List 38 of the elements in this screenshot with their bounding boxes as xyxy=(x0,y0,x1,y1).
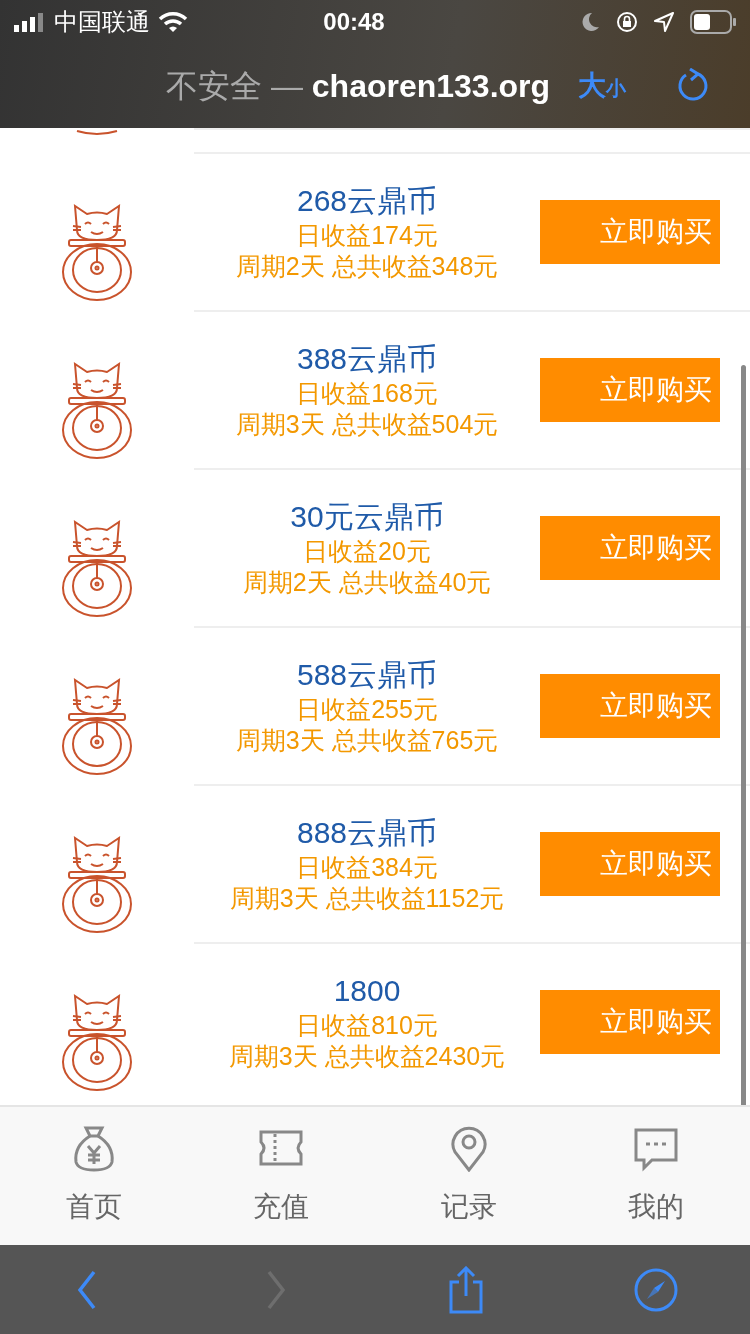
clock-time: 00:48 xyxy=(323,7,385,37)
product-name: 388云鼎币 xyxy=(295,341,439,377)
daily-income: 日收益384元 xyxy=(295,851,439,883)
buy-button[interactable]: 立即购买 xyxy=(540,516,720,580)
wifi-icon xyxy=(158,11,188,33)
product-name: 30元云鼎币 xyxy=(289,499,445,535)
daily-income: 日收益174元 xyxy=(295,219,439,251)
tab-bar-item[interactable]: 记录 xyxy=(375,1107,563,1245)
income-period: 周期3天 总共收益2430元 xyxy=(227,1040,507,1072)
location-icon xyxy=(654,12,674,32)
income-period: 周期3天 总共收益765元 xyxy=(234,724,500,756)
signal-icon xyxy=(14,12,46,32)
income-period: 周期3天 总共收益1152元 xyxy=(228,882,506,914)
carrier-name: 中国联通 xyxy=(54,7,150,37)
buy-button[interactable]: 立即购买 xyxy=(540,674,720,738)
daily-income: 日收益810元 xyxy=(295,1009,439,1041)
buy-button[interactable]: 立即购买 xyxy=(540,200,720,264)
tab-bar-item[interactable]: 我的 xyxy=(562,1107,750,1245)
product-name: 268云鼎币 xyxy=(295,183,439,219)
income-period: 周期3天 总共收益504元 xyxy=(234,408,500,440)
buy-button[interactable]: 立即购买 xyxy=(540,990,720,1054)
buy-button[interactable]: 立即购买 xyxy=(540,832,720,896)
product-name: 888云鼎币 xyxy=(295,815,439,851)
text-size-button[interactable]: 大小 xyxy=(578,65,627,107)
daily-income: 日收益20元 xyxy=(302,535,432,567)
product-name: 1800 xyxy=(332,973,402,1009)
rotation-lock-icon xyxy=(616,11,638,33)
daily-income: 日收益255元 xyxy=(295,693,439,725)
buy-button[interactable]: 立即购买 xyxy=(540,358,720,422)
product-name: 588云鼎币 xyxy=(295,657,439,693)
url-text: 不安全 — chaoren133.org xyxy=(166,67,551,106)
tab-bar-item[interactable]: 充值 xyxy=(187,1107,375,1245)
income-period: 周期2天 总共收益348元 xyxy=(234,250,500,282)
tab-bar-item[interactable]: 首页 xyxy=(0,1107,188,1245)
income-period: 周期2天 总共收益40元 xyxy=(241,566,493,598)
daily-income: 日收益168元 xyxy=(295,377,439,409)
moon-icon xyxy=(580,12,600,32)
battery-icon xyxy=(690,10,736,34)
